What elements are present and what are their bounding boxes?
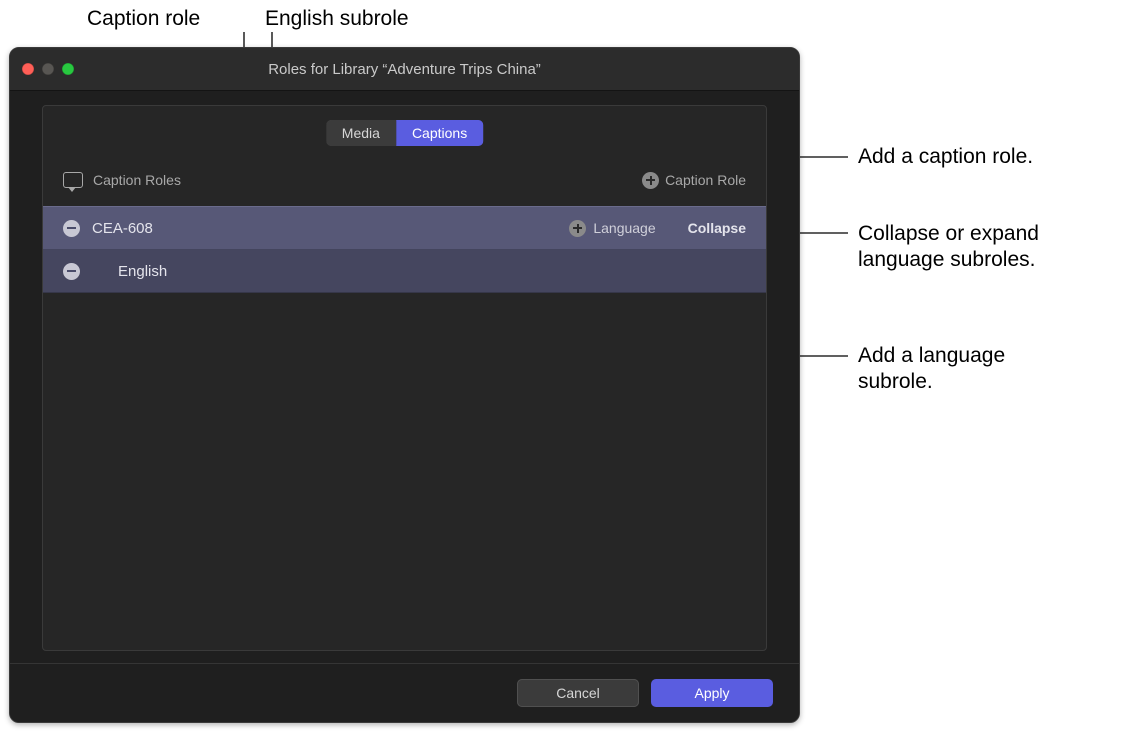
caption-icon [63,172,83,188]
roles-window: Roles for Library “Adventure Trips China… [9,47,800,723]
add-language-button[interactable]: Language [569,220,655,237]
tab-captions[interactable]: Captions [396,120,483,146]
plus-icon [642,172,659,189]
plus-icon [569,220,586,237]
roles-tabs: Media Captions [326,120,483,146]
window-controls [10,63,74,75]
remove-role-icon[interactable] [63,220,80,237]
caption-role-row[interactable]: CEA-608 Language Collapse [43,206,766,250]
callout-add-caption-role: Add a caption role. [858,144,1033,170]
callout-english-subrole: English subrole [265,6,409,32]
callout-add-language-subrole: Add a language subrole. [858,343,1068,396]
tab-media[interactable]: Media [326,120,396,146]
apply-button[interactable]: Apply [651,679,773,707]
window-title: Roles for Library “Adventure Trips China… [10,61,799,78]
add-caption-role-button[interactable]: Caption Role [642,172,746,189]
callout-caption-role: Caption role [87,6,200,32]
dialog-footer: Cancel Apply [10,663,799,722]
callout-collapse-expand: Collapse or expand language subroles. [858,221,1088,274]
cancel-button[interactable]: Cancel [517,679,639,707]
collapse-button[interactable]: Collapse [668,220,746,236]
add-language-label: Language [593,220,655,236]
language-subrole-name: English [118,263,167,280]
minimize-icon [42,63,54,75]
content-panel: Media Captions Caption Roles Caption Rol… [42,105,767,651]
caption-roles-list: CEA-608 Language Collapse English [43,206,766,293]
remove-subrole-icon[interactable] [63,263,80,280]
caption-roles-header: Caption Roles Caption Role [63,168,746,192]
add-caption-role-label: Caption Role [665,172,746,188]
caption-role-name: CEA-608 [92,220,153,237]
close-icon[interactable] [22,63,34,75]
language-subrole-row[interactable]: English [43,250,766,293]
zoom-icon[interactable] [62,63,74,75]
caption-roles-title: Caption Roles [93,172,181,188]
window-body: Media Captions Caption Roles Caption Rol… [10,91,799,665]
window-titlebar: Roles for Library “Adventure Trips China… [10,48,799,91]
